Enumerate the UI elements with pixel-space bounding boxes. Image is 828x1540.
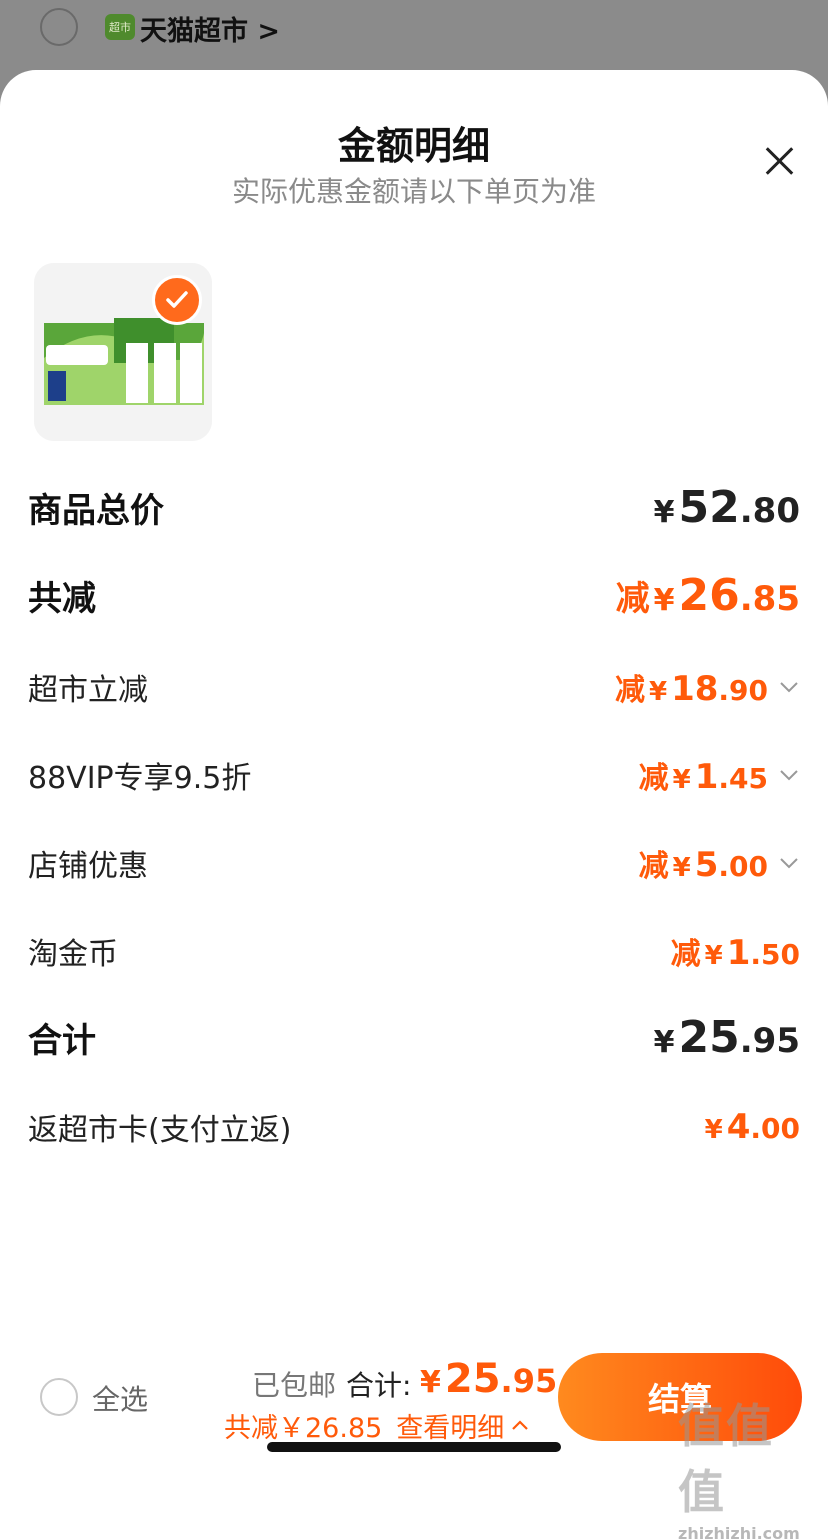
amount-int: 52 xyxy=(678,482,740,533)
watermark: 值值值 zhizhizhi.com xyxy=(678,1390,818,1540)
currency-symbol: ¥ xyxy=(653,583,675,618)
view-details-link[interactable]: 查看明细 xyxy=(396,1406,504,1445)
row-label: 超市立减 xyxy=(28,673,148,708)
amount-value: ¥ 25 .95 xyxy=(654,1012,800,1063)
amount-value: 减 ¥ 26 .85 xyxy=(616,570,800,621)
store-select-radio[interactable] xyxy=(40,8,78,46)
reduce-prefix: 减 xyxy=(614,673,645,708)
amount-int: 18 xyxy=(671,669,719,709)
amount-dec: .00 xyxy=(750,1112,800,1145)
amount-int: 25 xyxy=(444,1356,501,1402)
chevron-up-icon[interactable] xyxy=(510,1416,530,1436)
total-amount: ¥ 25 .95 xyxy=(420,1356,557,1402)
currency-symbol: ¥ xyxy=(653,495,675,530)
amount-int: 1 xyxy=(726,933,751,973)
row-label: 商品总价 xyxy=(28,491,164,531)
currency-symbol: ¥ xyxy=(672,765,691,795)
home-indicator[interactable] xyxy=(267,1442,561,1452)
currency-symbol: ¥ xyxy=(704,1115,723,1145)
currency-symbol: ¥ xyxy=(653,1025,675,1060)
select-all-label[interactable]: 全选 xyxy=(92,1378,148,1418)
amount-dec: .50 xyxy=(750,938,800,971)
row-total-reduce: 共减 减 ¥ 26 .85 xyxy=(28,570,800,621)
close-icon[interactable] xyxy=(758,140,800,182)
chevron-down-icon[interactable] xyxy=(778,852,800,874)
supermarket-badge-icon: 超市 xyxy=(105,14,135,40)
store-name-link[interactable]: 天猫超市 > xyxy=(140,9,280,48)
row-shop-discount[interactable]: 店铺优惠 减 ¥ 5 .00 xyxy=(28,841,800,885)
row-taobao-coins: 淘金币 减 ¥ 1 .50 xyxy=(28,929,800,973)
amount-int: 4 xyxy=(726,1107,751,1147)
chevron-down-icon[interactable] xyxy=(778,764,800,786)
reduce-prefix: 减 xyxy=(615,579,650,619)
amount-dec: .85 xyxy=(739,579,800,619)
amount-dec: .95 xyxy=(739,1021,800,1061)
reduce-prefix: 减 xyxy=(670,937,701,972)
amount-dec: .95 xyxy=(500,1362,558,1400)
row-label: 返超市卡(支付立返) xyxy=(28,1113,292,1148)
amount-value: ¥ 4 .00 xyxy=(705,1107,800,1147)
currency-symbol: ¥ xyxy=(420,1365,441,1400)
watermark-text: 值值值 xyxy=(678,1399,774,1519)
amount-value: ¥ 52 .80 xyxy=(654,482,800,533)
currency-symbol: ¥ xyxy=(672,853,691,883)
background-header: 超市 天猫超市 > xyxy=(0,0,828,80)
row-total-price: 商品总价 ¥ 52 .80 xyxy=(28,482,800,533)
row-label: 合计 xyxy=(28,1021,96,1061)
row-sum: 合计 ¥ 25 .95 xyxy=(28,1012,800,1063)
amount-dec: .00 xyxy=(718,850,768,883)
row-label: 店铺优惠 xyxy=(28,849,148,884)
free-shipping-label: 已包邮 xyxy=(252,1369,337,1402)
saved-summary[interactable]: 共减￥26.85 查看明细 xyxy=(224,1406,530,1445)
amount-detail-sheet: 金额明细 实际优惠金额请以下单页为准 商品总价 ¥ 52 .80 共减 减 ¥ … xyxy=(0,70,828,1540)
sheet-title: 金额明细 xyxy=(337,124,490,168)
amount-value: 减 ¥ 1 .50 xyxy=(671,929,800,973)
row-supermarket-discount[interactable]: 超市立减 减 ¥ 18 .90 xyxy=(28,665,800,709)
amount-value: 减 ¥ 5 .00 xyxy=(639,841,768,885)
row-label: 淘金币 xyxy=(28,937,118,972)
amount-dec: .80 xyxy=(739,491,800,531)
amount-dec: .90 xyxy=(718,674,768,707)
chevron-down-icon[interactable] xyxy=(778,676,800,698)
reduce-prefix: 减 xyxy=(638,849,669,884)
watermark-domain: zhizhizhi.com xyxy=(678,1524,800,1540)
amount-int: 25 xyxy=(678,1012,740,1063)
total-label: 合计: xyxy=(346,1369,412,1402)
amount-dec: .45 xyxy=(718,762,768,795)
amount-value: 减 ¥ 18 .90 xyxy=(615,665,768,709)
reduce-prefix: 减 xyxy=(638,761,669,796)
row-label: 共减 xyxy=(28,579,96,619)
currency-symbol: ¥ xyxy=(704,941,723,971)
amount-int: 1 xyxy=(694,757,719,797)
row-label: 88VIP专享9.5折 xyxy=(28,761,252,796)
check-icon[interactable] xyxy=(152,275,202,325)
saved-amount: 共减￥26.85 xyxy=(224,1413,383,1444)
currency-symbol: ¥ xyxy=(648,677,668,707)
sheet-subtitle: 实际优惠金额请以下单页为准 xyxy=(231,175,596,208)
amount-int: 5 xyxy=(694,845,719,885)
amount-value: 减 ¥ 1 .45 xyxy=(639,753,768,797)
select-all-radio-icon[interactable] xyxy=(40,1378,78,1416)
row-vip-discount[interactable]: 88VIP专享9.5折 减 ¥ 1 .45 xyxy=(28,753,800,797)
row-cashback: 返超市卡(支付立返) ¥ 4 .00 xyxy=(28,1105,800,1149)
amount-int: 26 xyxy=(678,570,740,621)
